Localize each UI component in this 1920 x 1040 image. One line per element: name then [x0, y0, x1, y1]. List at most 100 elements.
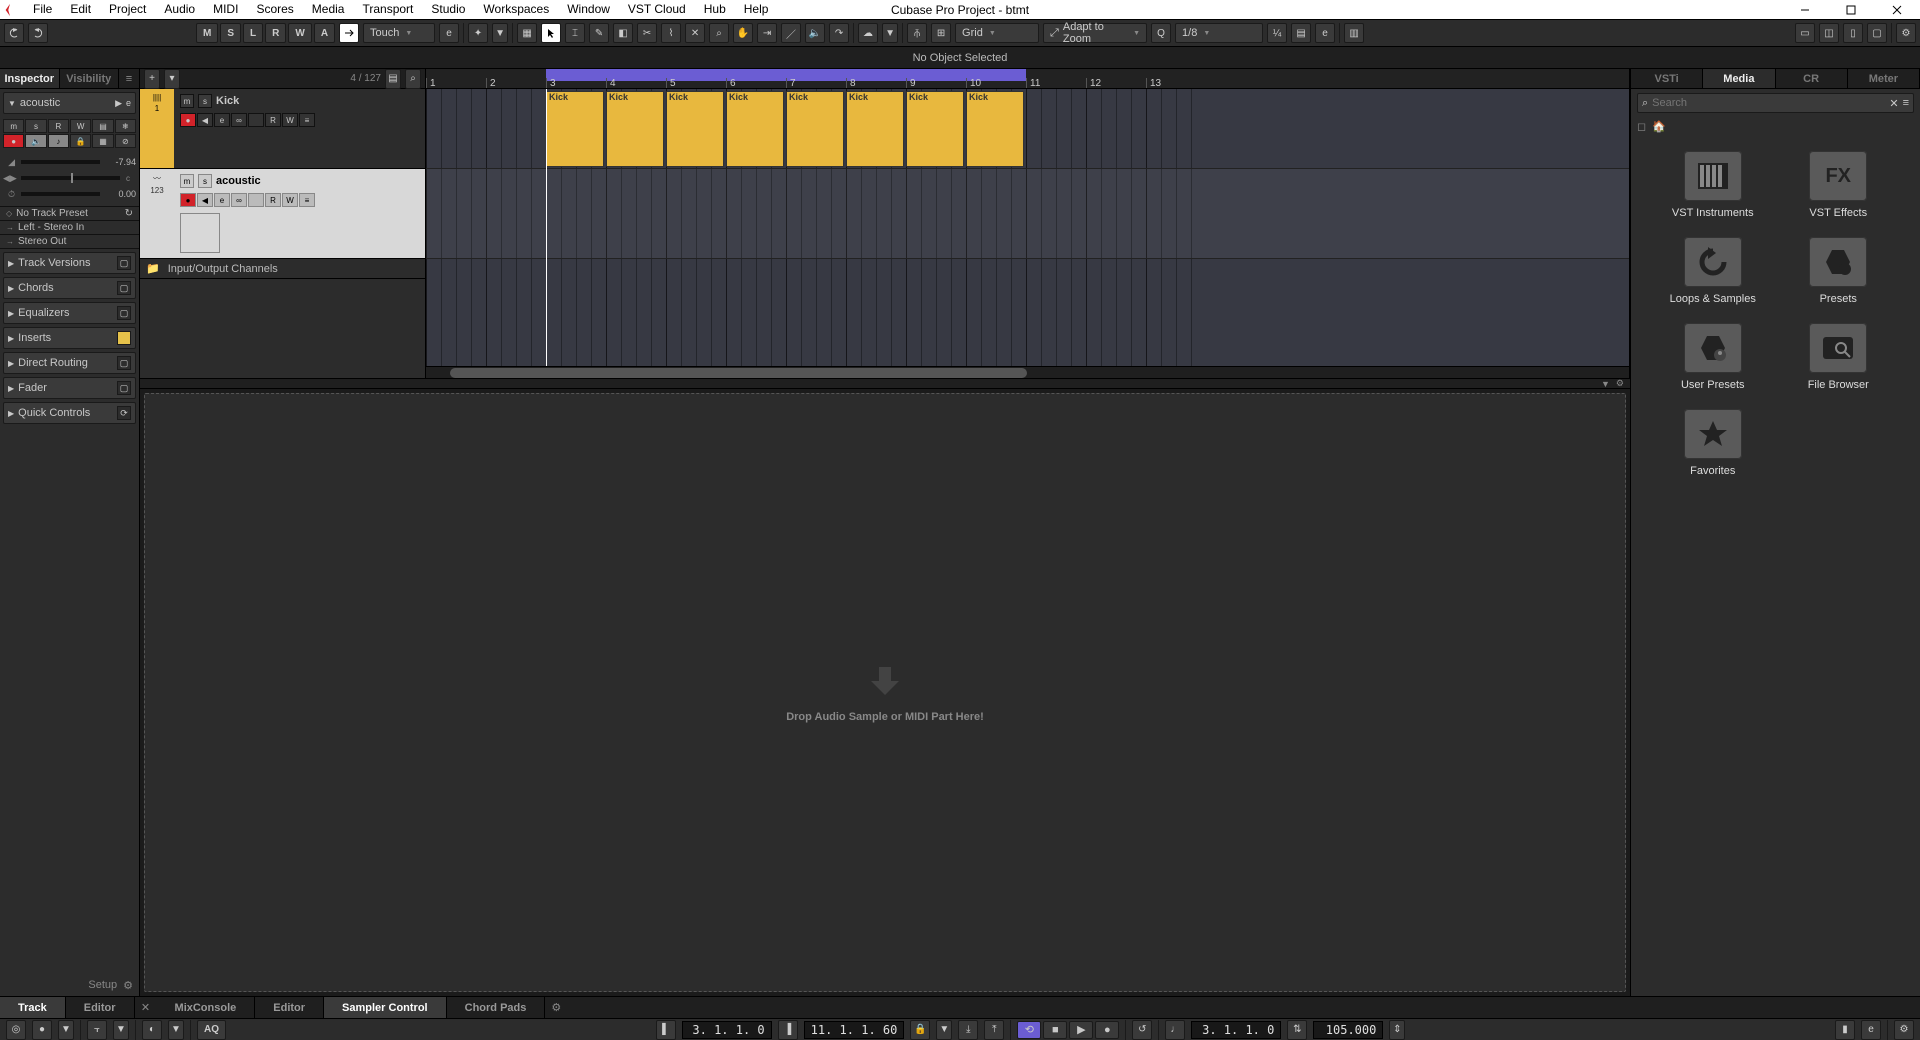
goto-right-locator-icon[interactable]: ▐ — [778, 1020, 798, 1040]
lower-dropdown-icon[interactable]: ▼ — [1601, 379, 1610, 389]
layout-2-icon[interactable]: ◫ — [1819, 23, 1839, 43]
color-tool-icon-2[interactable]: ↷ — [829, 23, 849, 43]
io-channels-row[interactable]: 📁 Input/Output Channels — [140, 259, 425, 279]
snap-type-icon[interactable]: ⊞ — [931, 23, 951, 43]
line-tool-icon[interactable]: ／ — [781, 23, 801, 43]
layout-1-icon[interactable]: ▭ — [1795, 23, 1815, 43]
state-a-button[interactable]: A — [314, 23, 335, 43]
menu-midi[interactable]: MIDI — [204, 0, 247, 19]
timebase-button[interactable]: ♪ — [48, 134, 69, 148]
loop-button[interactable]: ⟲ — [1017, 1021, 1041, 1039]
tempo-track-icon[interactable]: ♩ — [1165, 1020, 1185, 1040]
back-icon[interactable]: ◻ — [1637, 120, 1646, 133]
menu-scores[interactable]: Scores — [247, 0, 302, 19]
lower-tab-sampler-control[interactable]: Sampler Control — [324, 997, 447, 1018]
clear-search-icon[interactable]: ✕ — [1889, 97, 1898, 110]
lower-tab-mixconsole[interactable]: MixConsole — [157, 997, 256, 1018]
menu-vst-cloud[interactable]: VST Cloud — [619, 0, 695, 19]
section-track-versions[interactable]: ▶Track Versions▢ — [3, 252, 136, 274]
lower-tab-editor[interactable]: Editor — [255, 997, 324, 1018]
routing-row[interactable]: ◇No Track Preset↻ — [0, 207, 139, 221]
menu-transport[interactable]: Transport — [353, 0, 422, 19]
adapt-zoom-select[interactable]: ⤢Adapt to Zoom — [1043, 23, 1147, 43]
menu-help[interactable]: Help — [735, 0, 778, 19]
track-handle[interactable]: ||||1 — [140, 89, 174, 168]
lane-button[interactable]: ▤ — [92, 119, 113, 133]
edit-button[interactable]: e — [214, 193, 230, 207]
menu-audio[interactable]: Audio — [155, 0, 204, 19]
media-tile-loops-samples[interactable]: Loops & Samples — [1659, 237, 1767, 305]
click-icon[interactable]: ● — [32, 1020, 52, 1040]
solo-button[interactable]: s — [198, 94, 212, 108]
input-meter-icon[interactable]: ▮ — [1835, 1020, 1855, 1040]
monitor-button[interactable]: 🔈 — [25, 134, 46, 148]
write-button[interactable]: W — [282, 193, 298, 207]
window-close-button[interactable] — [1874, 0, 1920, 19]
freeze-button[interactable]: ∞ — [231, 193, 247, 207]
track-row[interactable]: 〰123msacoustic●◀e∞RW≡ — [140, 169, 425, 259]
color-dropdown-icon[interactable]: ▼ — [492, 23, 508, 43]
record-button[interactable]: ● — [3, 134, 24, 148]
pointer-tool-icon[interactable] — [541, 23, 561, 43]
zoom-tool-icon[interactable]: ⌕ — [709, 23, 729, 43]
click-dd-icon[interactable]: ▼ — [58, 1020, 74, 1040]
menu-studio[interactable]: Studio — [422, 0, 474, 19]
arranger-h-scrollbar[interactable] — [426, 366, 1629, 378]
quantize-iter-icon[interactable]: ¼ — [1267, 23, 1287, 43]
midi-event[interactable]: Kick — [846, 91, 904, 167]
routing-row[interactable]: →Left - Stereo In — [0, 221, 139, 235]
lock-punch-icon[interactable]: 🔒 — [910, 1020, 930, 1040]
menu-file[interactable]: File — [24, 0, 61, 19]
output-meter-icon[interactable]: e — [1861, 1020, 1881, 1040]
track-row[interactable]: ||||1msKick●◀e∞RW≡ — [140, 89, 425, 169]
snap-on-icon[interactable]: ⫚ — [907, 23, 927, 43]
marker-icon[interactable]: ▥ — [1344, 23, 1364, 43]
tab-visibility[interactable]: Visibility — [60, 69, 120, 88]
mute-button[interactable]: m — [180, 94, 194, 108]
layout-3-icon[interactable]: ▯ — [1843, 23, 1863, 43]
timewarp-tool-icon[interactable]: ⇥ — [757, 23, 777, 43]
nudge-dropdown-icon[interactable]: ▼ — [882, 23, 898, 43]
midi-event[interactable]: Kick — [966, 91, 1024, 167]
section-equalizers[interactable]: ▶Equalizers▢ — [3, 302, 136, 324]
play-button[interactable]: ▶ — [1069, 1021, 1093, 1039]
automation-panel-icon[interactable]: e — [439, 23, 459, 43]
record-button[interactable]: ● — [1095, 1021, 1119, 1039]
section-direct-routing[interactable]: ▶Direct Routing▢ — [3, 352, 136, 374]
punch-icon[interactable]: ⫟ — [87, 1020, 107, 1040]
section-fader[interactable]: ▶Fader▢ — [3, 377, 136, 399]
midi-event[interactable]: Kick — [786, 91, 844, 167]
midi-event[interactable]: Kick — [906, 91, 964, 167]
lanes-button[interactable]: ≡ — [299, 193, 315, 207]
lock-button[interactable]: 🔒 — [70, 134, 91, 148]
lower-tab-track[interactable]: Track — [0, 997, 66, 1018]
home-icon[interactable]: 🏠 — [1652, 120, 1666, 133]
tab-meter[interactable]: Meter — [1848, 69, 1920, 88]
window-maximize-button[interactable] — [1828, 0, 1874, 19]
quantize-panel-icon[interactable]: ▤ — [1291, 23, 1311, 43]
mute-button[interactable]: m — [3, 119, 24, 133]
tertiary-time-display[interactable]: 3. 1. 1. 0 — [1191, 1021, 1281, 1039]
inspector-options-icon[interactable]: ≡ — [119, 69, 139, 88]
midi-event[interactable]: Kick — [606, 91, 664, 167]
lower-tab-editor[interactable]: Editor — [66, 997, 135, 1018]
volume-slider[interactable] — [21, 160, 100, 164]
search-input[interactable] — [1652, 97, 1885, 109]
lower-gear-icon[interactable]: ⚙ — [1616, 378, 1624, 389]
bypass-button[interactable]: ⊘ — [115, 134, 136, 148]
track-image[interactable] — [180, 213, 220, 253]
quantize-on-icon[interactable]: Q — [1151, 23, 1171, 43]
menu-window[interactable]: Window — [558, 0, 619, 19]
section-inserts[interactable]: ▶Inserts — [3, 327, 136, 349]
glue-tool-icon[interactable]: ⌇ — [661, 23, 681, 43]
media-tile-vst-effects[interactable]: FXVST Effects — [1785, 151, 1893, 219]
primary-time-display[interactable]: 3. 1. 1. 0 — [682, 1021, 772, 1039]
timeline-ruler[interactable]: 12345678910111213 — [426, 69, 1629, 89]
section-quick-controls[interactable]: ▶Quick Controls⟳ — [3, 402, 136, 424]
search-options-icon[interactable]: ≡ — [1903, 97, 1909, 109]
tab-media[interactable]: Media — [1703, 69, 1775, 88]
tracklist-view-icon[interactable]: ▤ — [385, 69, 401, 89]
media-breadcrumb[interactable]: ◻ 🏠 — [1637, 117, 1914, 135]
color-tool-icon[interactable]: ✦ — [468, 23, 488, 43]
window-minimize-button[interactable] — [1782, 0, 1828, 19]
